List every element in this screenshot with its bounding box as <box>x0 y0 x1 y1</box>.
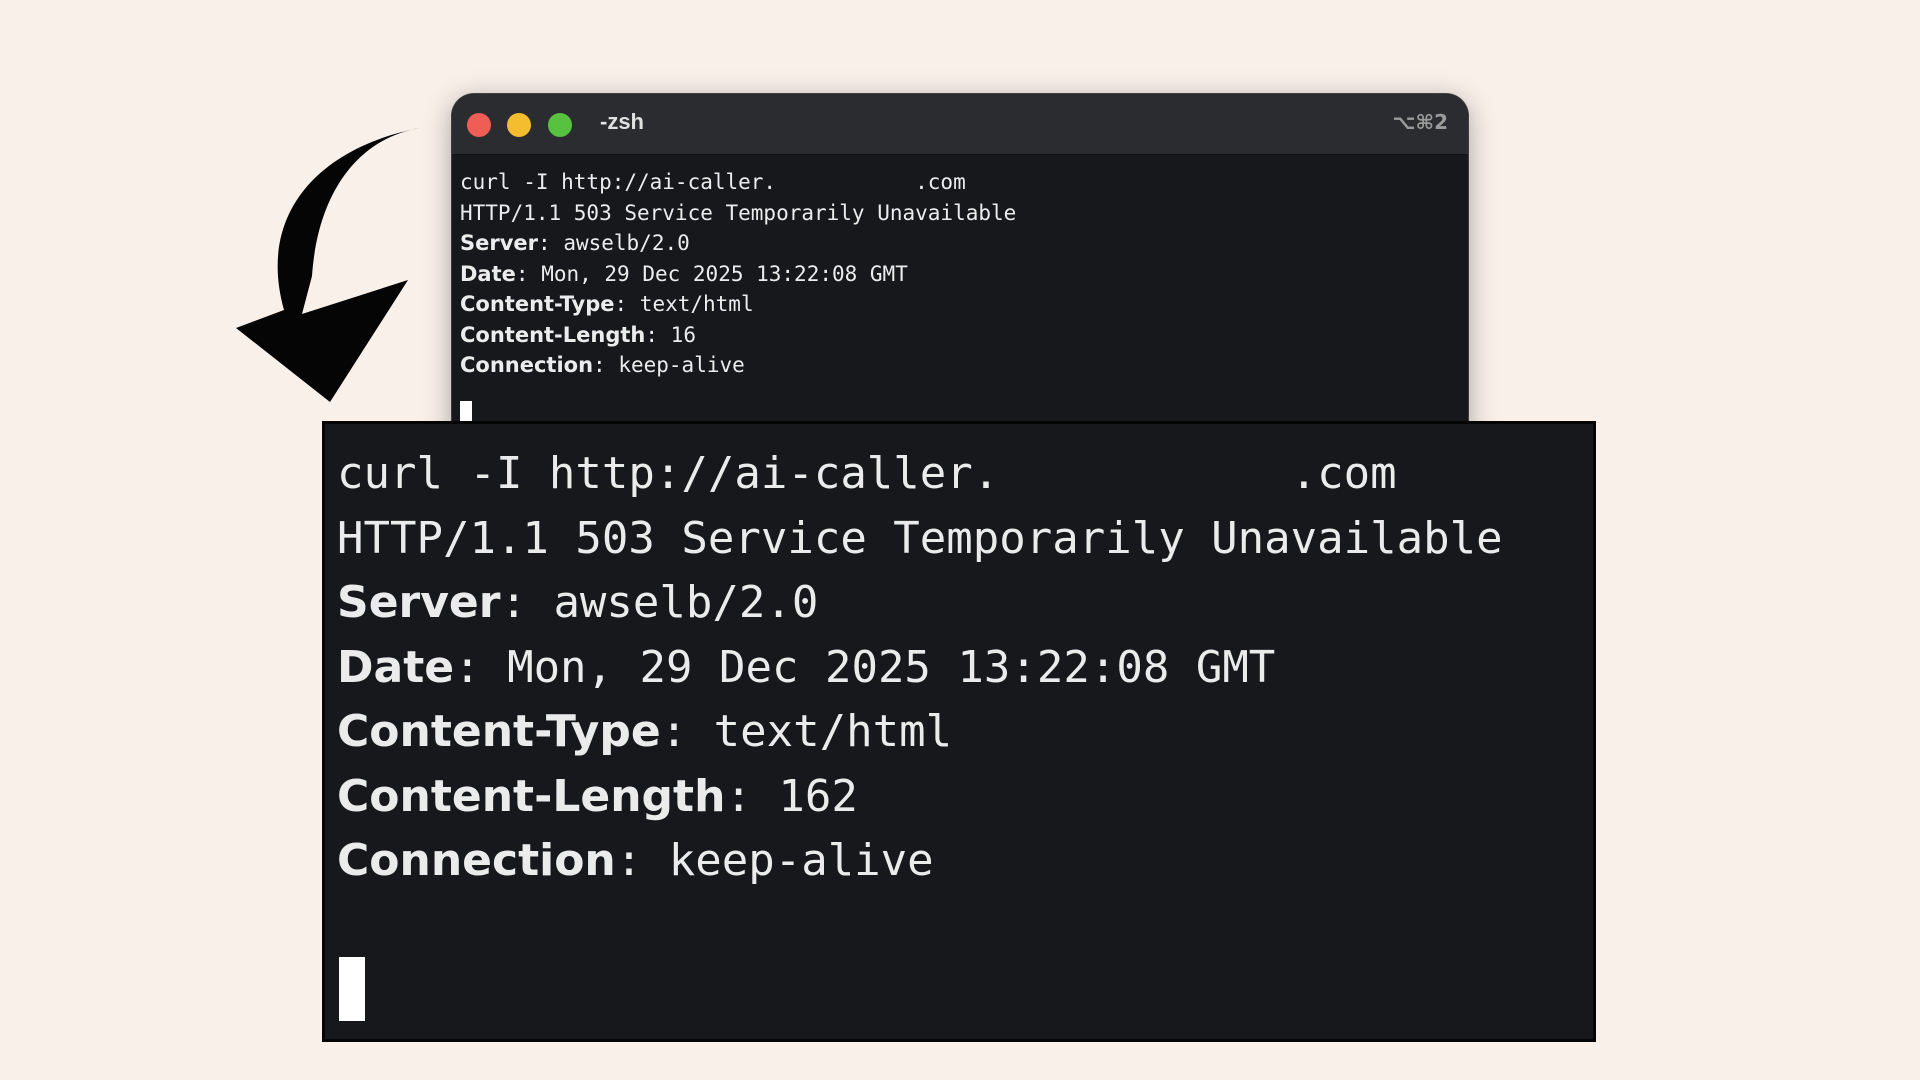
header-value: text/html <box>639 292 754 316</box>
status-line: HTTP/1.1 503 Service Temporarily Unavail… <box>337 512 1503 564</box>
header-key: Content-Type <box>337 706 661 757</box>
header-content-type: Content-Type: text/html <box>337 706 953 757</box>
header-value: keep-alive <box>668 835 934 886</box>
status-line: HTTP/1.1 503 Service Temporarily Unavail… <box>460 200 1017 225</box>
header-content-type: Content-Type: text/html <box>460 292 754 316</box>
header-value: Mon, 29 Dec 2025 13:22:08 GMT <box>507 641 1276 693</box>
header-value: Mon, 29 Dec 2025 13:22:08 GMT <box>541 261 908 286</box>
zoomed-terminal-panel: curl -I http://ai-caller. .com HTTP/1.1 … <box>322 421 1596 1042</box>
header-key: Server <box>337 577 501 628</box>
header-value: keep-alive <box>618 353 745 377</box>
terminal-output[interactable]: curl -I http://ai-caller. .com HTTP/1.1 … <box>452 155 1468 381</box>
zoom-button[interactable] <box>548 113 572 137</box>
minimize-button[interactable] <box>507 113 531 137</box>
header-key: Content-Type <box>460 292 615 316</box>
header-key: Connection <box>460 353 594 377</box>
header-date: Date: Mon, 29 Dec 2025 13:22:08 GMT <box>460 261 908 286</box>
text-cursor <box>339 957 365 1021</box>
curved-down-arrow-icon <box>236 128 420 402</box>
command-line: curl -I http://ai-caller. .com <box>460 170 966 194</box>
header-key: Date <box>337 641 455 693</box>
header-key: Connection <box>337 835 616 886</box>
window-shortcut: ⌥⌘2 <box>1392 110 1448 134</box>
header-connection: Connection: keep-alive <box>337 835 934 886</box>
terminal-window[interactable]: -zsh ⌥⌘2 curl -I http://ai-caller. .com … <box>452 94 1468 454</box>
header-date: Date: Mon, 29 Dec 2025 13:22:08 GMT <box>337 641 1276 693</box>
header-key: Content-Length <box>460 322 646 347</box>
header-content-length: Content-Length: 162 <box>337 770 858 822</box>
title-bar[interactable]: -zsh ⌥⌘2 <box>452 94 1468 155</box>
header-connection: Connection: keep-alive <box>460 353 745 377</box>
header-value: awselb/2.0 <box>553 577 819 628</box>
command-line: curl -I http://ai-caller. .com <box>337 448 1397 499</box>
header-value: text/html <box>713 706 953 757</box>
zoomed-output: curl -I http://ai-caller. .com HTTP/1.1 … <box>325 424 1593 894</box>
header-value: 16 <box>670 322 696 347</box>
window-title: -zsh <box>600 109 644 134</box>
header-key: Content-Length <box>337 770 726 822</box>
header-server: Server: awselb/2.0 <box>337 577 819 628</box>
header-server: Server: awselb/2.0 <box>460 231 690 255</box>
header-content-length: Content-Length: 16 <box>460 322 696 347</box>
header-value: 162 <box>778 770 858 822</box>
header-key: Date <box>460 261 516 286</box>
header-key: Server <box>460 231 539 255</box>
header-value: awselb/2.0 <box>563 231 690 255</box>
close-button[interactable] <box>467 113 491 137</box>
